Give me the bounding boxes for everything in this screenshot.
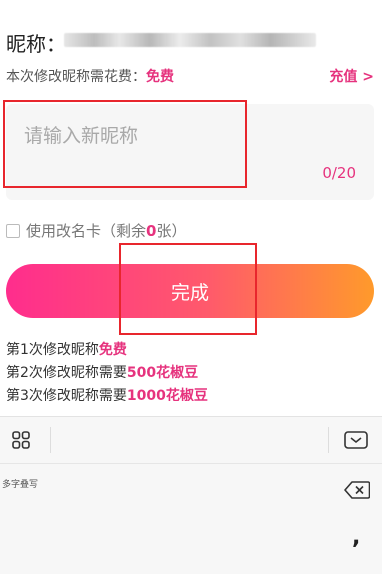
char-counter: 0/20 [322, 164, 356, 182]
rename-card-checkbox[interactable] [6, 223, 20, 238]
rename-card-count: 0 [146, 221, 157, 240]
rename-card-suffix: 张） [156, 222, 187, 240]
comma-key[interactable]: , [352, 525, 360, 550]
highlight-box-done [119, 243, 257, 335]
current-nickname-masked [64, 33, 316, 47]
toolbar-divider [50, 427, 51, 453]
keyboard-toolbar [0, 417, 382, 464]
recharge-link[interactable]: 充值 > [329, 66, 374, 86]
fee-prefix: 本次修改昵称需花费： [6, 69, 146, 85]
rename-card-option[interactable]: 使用改名卡（剩余 0 张） [6, 220, 186, 241]
nickname-label: 昵称： [6, 32, 66, 56]
fee-value: 免费 [146, 69, 174, 85]
rename-fee-text: 本次修改昵称需花费：免费 [6, 66, 174, 86]
rule-line-1: 第1次修改昵称免费 [6, 342, 127, 358]
grid-icon[interactable] [12, 431, 30, 449]
toolbar-divider [328, 427, 329, 453]
backspace-icon[interactable] [344, 481, 370, 499]
rename-card-prefix: 使用改名卡（剩余 [26, 222, 147, 240]
handwriting-mode-label[interactable]: 多字叠写 [2, 477, 38, 490]
highlight-box-input [3, 100, 247, 188]
rule-line-2: 第2次修改昵称需要500花椒豆 [6, 365, 199, 381]
soft-keyboard: 多字叠写 , [0, 416, 382, 574]
rename-rules: 第1次修改昵称免费 第2次修改昵称需要500花椒豆 第3次修改昵称需要1000花… [6, 339, 208, 401]
rule-line-3: 第3次修改昵称需要1000花椒豆 [6, 388, 208, 401]
collapse-keyboard-icon[interactable] [344, 431, 368, 449]
